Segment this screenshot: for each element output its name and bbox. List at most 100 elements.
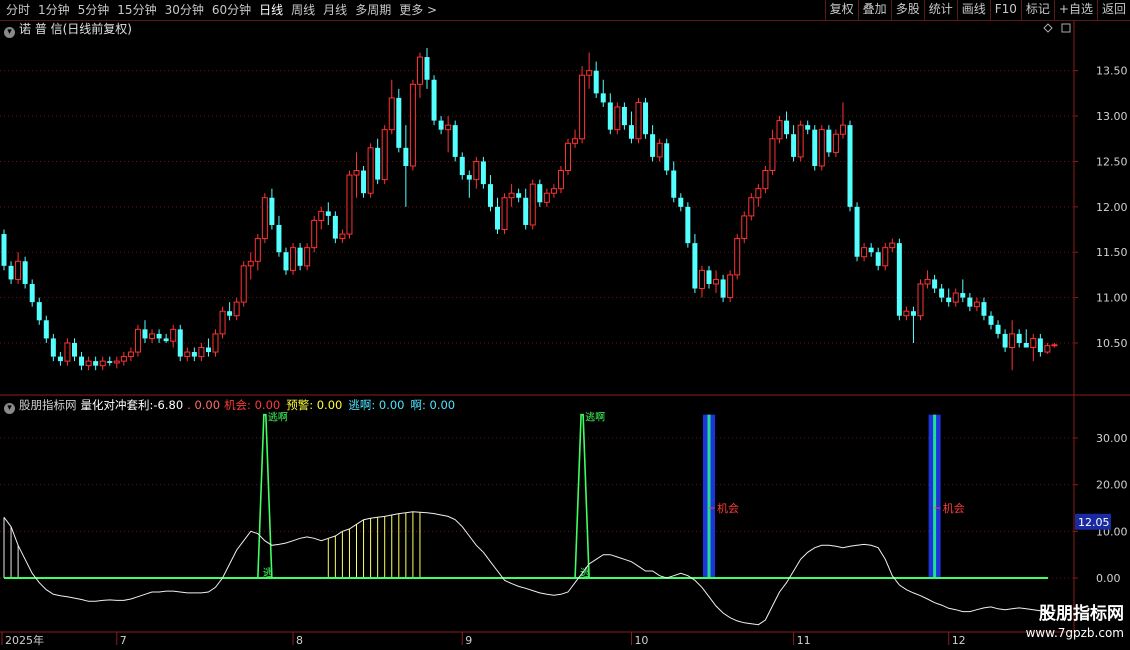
chevron-down-icon[interactable]: ▾: [4, 27, 15, 38]
period-tab-6[interactable]: 日线: [255, 0, 287, 20]
period-tab-1[interactable]: 1分钟: [34, 0, 74, 20]
candle-body: [318, 210, 325, 221]
toolbar-button-3[interactable]: 统计: [923, 0, 957, 20]
candle-body: [50, 338, 56, 357]
candle-body: [64, 342, 71, 362]
candle-body: [741, 215, 748, 240]
candle-body: [1037, 338, 1043, 353]
toolbar-button-1[interactable]: 叠加: [857, 0, 891, 20]
chart-svg[interactable]: 13.50 13.00 12.50 12.00 11.50 11.00 10.50 30.00…: [0, 0, 1130, 650]
candle-body: [1023, 342, 1029, 348]
candle-body: [847, 125, 853, 207]
candle-body: [692, 243, 698, 289]
candle-body: [861, 247, 868, 258]
candle-body: [917, 283, 924, 317]
candle-body: [431, 79, 437, 121]
period-tab-5[interactable]: 60分钟: [208, 0, 255, 20]
candle-body: [79, 356, 85, 366]
candle-body: [516, 193, 522, 198]
period-tab-2[interactable]: 5分钟: [74, 0, 114, 20]
diamond-icon[interactable]: [1043, 23, 1053, 33]
watermark-title: 股朋指标网: [1039, 604, 1124, 624]
period-tab-3[interactable]: 15分钟: [113, 0, 160, 20]
candle-body: [57, 356, 63, 362]
period-tab-4[interactable]: 30分钟: [161, 0, 208, 20]
candle-body: [664, 143, 670, 171]
toolbar-button-7[interactable]: +自选: [1053, 0, 1097, 20]
candle-body: [748, 197, 755, 217]
chevron-down-icon[interactable]: ▾: [4, 403, 15, 414]
candle-body: [762, 170, 769, 190]
candle-body: [254, 238, 261, 262]
candle-body: [501, 197, 508, 231]
panel-maximize-icon[interactable]: [1061, 23, 1071, 33]
candle-body: [797, 124, 804, 158]
toolbar-button-8[interactable]: 返回: [1096, 0, 1130, 20]
candle-body: [36, 302, 42, 321]
period-tab-7[interactable]: 周线: [287, 0, 319, 20]
candle-body: [227, 311, 233, 316]
candle-body: [163, 338, 169, 342]
toolbar-button-6[interactable]: 标记: [1020, 0, 1054, 20]
period-tab-8[interactable]: 月线: [319, 0, 351, 20]
candle-body: [607, 102, 613, 130]
candle-body: [445, 124, 452, 131]
candle-body: [198, 347, 205, 358]
candle-body: [952, 292, 959, 303]
candle-body: [868, 247, 874, 253]
period-tabs: 分时 1分钟 5分钟 15分钟 30分钟 60分钟 日线 周线 月线 多周期 更多 >: [2, 0, 441, 20]
toolbar-button-5[interactable]: F10: [989, 0, 1021, 20]
period-toolbar: 分时 1分钟 5分钟 15分钟 30分钟 60分钟 日线 周线 月线 多周期 更多 > 复权 叠加 多股…: [0, 0, 1130, 21]
indicator-line: [3, 511, 1055, 626]
opportunity-core: [933, 414, 937, 578]
candle-body: [973, 301, 980, 308]
candle-body: [424, 57, 430, 80]
candle-body: [967, 297, 973, 307]
toolbar-button-2[interactable]: 多股: [890, 0, 924, 20]
candle-body: [557, 170, 564, 190]
candle-body: [156, 333, 162, 339]
candle-body: [332, 215, 338, 239]
period-tab-10[interactable]: 更多 >: [395, 0, 441, 20]
period-tab-0[interactable]: 分时: [2, 0, 34, 20]
candle-body: [896, 243, 902, 316]
candle-body: [572, 138, 579, 144]
indicator-fields: 机会: 0.00 预警: 0.00 逃啊: 0.00 啊: 0.00: [224, 398, 461, 412]
candle-body: [932, 279, 938, 289]
candle-body: [283, 252, 289, 271]
current-value-label: 12.05: [1078, 516, 1110, 529]
candle-body: [537, 184, 543, 203]
indicator-value: -6.80: [153, 398, 184, 412]
candle-body: [543, 192, 550, 203]
candle-body: [184, 351, 191, 358]
price-tick-label: 13.00: [1096, 110, 1128, 123]
candle-body: [988, 315, 994, 325]
candle-body: [1051, 344, 1058, 347]
candle-body: [466, 175, 472, 180]
candle-body: [826, 129, 832, 153]
candle-body: [635, 101, 642, 140]
candle-body: [142, 329, 148, 339]
candle-body: [508, 192, 515, 199]
escape-spike: [574, 413, 590, 579]
candle-body: [1016, 333, 1022, 343]
candle-body: [523, 197, 529, 225]
candle-body: [643, 102, 649, 135]
toolbar-button-0[interactable]: 复权: [824, 0, 858, 20]
candle-body: [29, 283, 35, 303]
candle-body: [85, 360, 92, 367]
period-tab-9[interactable]: 多周期: [351, 0, 395, 20]
candle-body: [487, 184, 493, 207]
candle-body: [177, 329, 183, 357]
candle-body: [882, 247, 889, 267]
toolbar-button-4[interactable]: 画线: [956, 0, 990, 20]
candle-body: [910, 311, 916, 316]
candle-body: [353, 170, 360, 176]
candle-body: [43, 320, 49, 339]
candle-body: [550, 188, 557, 194]
candle-body: [755, 188, 762, 199]
candle-body: [240, 265, 247, 303]
indicator-extra: . 0.00: [187, 398, 221, 412]
time-label: 10: [634, 634, 648, 647]
indicator-field-2: 逃啊: 0.00: [348, 398, 405, 412]
